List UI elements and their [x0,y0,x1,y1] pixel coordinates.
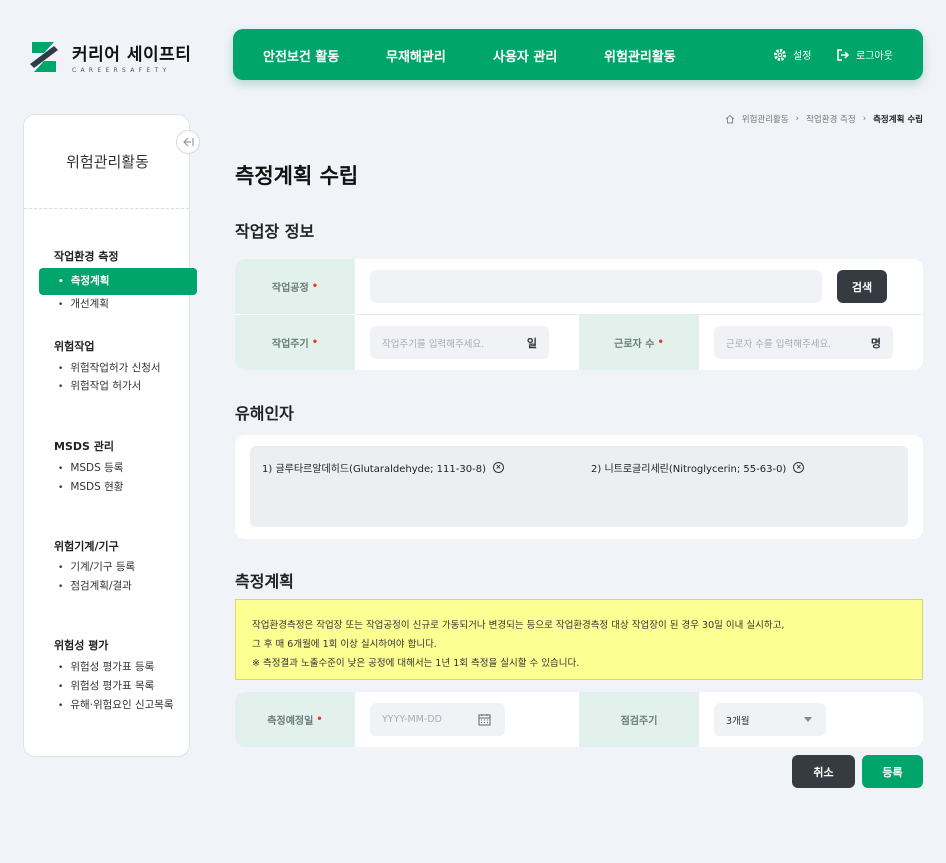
breadcrumb-current: 측정계획 수립 [873,115,923,125]
plan-form: 측정예정일 • YYYY-MM-DD 점검주기 3개월 [235,692,923,747]
hazard-item: 2) 니트로글리세린(Nitroglycerin; 55-63-0) × [591,460,805,475]
sidebar-item-hazard-reports[interactable]: 유해·위험요인 신고목록 [58,697,173,712]
inspection-cycle-label: 점검주기 [579,692,699,747]
notice-line: 작업환경측정은 작업장 또는 작업공정이 신규로 가동되거나 변경되는 등으로 … [252,620,785,631]
sidebar-group-work-environment: 작업환경 측정 [54,250,119,263]
home-icon[interactable] [725,114,735,124]
breadcrumb: 위험관리활동 › 작업환경 측정 › 측정계획 수립 [725,113,923,125]
sidebar-item-msds-status[interactable]: MSDS 현황 [58,479,123,494]
sidebar-item-measurement-plan[interactable]: 측정계획 [39,268,197,295]
sidebar-title: 위험관리활동 [66,153,149,171]
process-label: 작업공정 • [235,259,355,314]
nav-item-safety-health[interactable]: 안전보건 활동 [263,46,339,65]
workers-label: 근로자 수 • [579,315,699,370]
section-title-workplace: 작업장 정보 [235,222,315,241]
workers-unit: 명 [870,336,881,350]
logo-mark-icon [28,40,60,74]
notice-line: 그 후 매 6개월에 1회 이상 실시하여야 합니다. [252,639,437,650]
settings-button[interactable]: 설정 [773,47,811,62]
cancel-button[interactable]: 취소 [792,755,855,788]
workplace-form: 작업공정 • 검색 작업주기 • 작업주기를 입력해주세요. 일 근로자 수 • 근로… [235,259,923,370]
cycle-label: 작업주기 • [235,315,355,370]
hazard-list: 1) 글루타르알데히드(Glutaraldehyde; 111-30-8) × … [250,446,908,527]
brand-subtitle: CAREERSAFETY [72,67,171,74]
notice-line: ※ 측정결과 노출수준이 낮은 공정에 대해서는 1년 1회 측정을 실시할 수… [252,658,580,669]
sidebar-item-msds-register[interactable]: MSDS 등록 [58,460,123,475]
hazards-card: 1) 글루타르알데히드(Glutaraldehyde; 111-30-8) × … [235,435,923,539]
sidebar-group-msds: MSDS 관리 [54,440,114,453]
nav-item-risk-management[interactable]: 위험관리활동 [604,46,676,65]
breadcrumb-item[interactable]: 위험관리활동 [742,113,789,125]
hazard-item: 1) 글루타르알데히드(Glutaraldehyde; 111-30-8) × [262,460,504,475]
submit-button[interactable]: 등록 [862,755,923,788]
breadcrumb-item[interactable]: 작업환경 측정 [806,113,856,125]
logout-icon [837,48,850,61]
logout-label: 로그아웃 [856,51,893,62]
gear-icon [774,48,786,61]
worker-count-input[interactable]: 근로자 수를 입력해주세요. 명 [714,326,893,359]
top-navigation: 안전보건 활동 무재해관리 사용자 관리 위험관리활동 설정 로그아웃 [233,29,923,80]
remove-icon[interactable]: × [492,462,504,473]
sidebar-item-improvement-plan[interactable]: 개선계획 [58,296,109,311]
sidebar-divider [24,208,189,209]
search-button[interactable]: 검색 [837,270,887,303]
sidebar-collapse-button[interactable] [176,130,200,154]
collapse-arrow-icon [183,137,194,147]
sidebar-group-hazardous-work: 위험작업 [54,340,95,353]
nav-item-user-management[interactable]: 사용자 관리 [493,46,557,65]
date-label: 측정예정일 • [235,692,355,747]
page-title: 측정계획 수립 [235,164,359,188]
sidebar-item-inspection[interactable]: 점검계획/결과 [58,578,132,593]
remove-icon[interactable]: × [793,462,805,473]
work-cycle-input[interactable]: 작업주기를 입력해주세요. 일 [370,326,549,359]
sidebar-item-machine-register[interactable]: 기계/기구 등록 [58,559,135,574]
section-title-hazards: 유해인자 [235,404,294,423]
section-title-plan: 측정계획 [235,572,294,591]
sidebar-item-permit-request[interactable]: 위험작업허가 신청서 [58,360,160,375]
sidebar-item-permit[interactable]: 위험작업 허가서 [58,378,141,393]
calendar-icon[interactable] [478,713,491,726]
brand-title: 커리어 세이프티 [72,45,192,65]
chevron-down-icon [804,717,812,722]
process-input[interactable] [370,270,822,303]
chevron-right-icon: › [862,114,867,124]
sidebar-group-machines: 위험기계/기구 [54,540,119,553]
logout-button[interactable]: 로그아웃 [836,47,893,62]
cycle-unit: 일 [526,336,537,350]
brand-logo[interactable]: 커리어 세이프티 CAREERSAFETY [28,40,191,74]
sidebar-group-risk-assessment: 위험성 평가 [54,639,109,652]
settings-label: 설정 [793,51,812,62]
inspection-cycle-select[interactable]: 3개월 [714,703,826,736]
sidebar-item-assessment-register[interactable]: 위험성 평가표 등록 [58,659,154,674]
nav-item-zero-accident[interactable]: 무재해관리 [386,46,446,65]
sidebar-item-assessment-list[interactable]: 위험성 평가표 목록 [58,678,154,693]
date-input[interactable]: YYYY-MM-DD [370,703,505,736]
chevron-right-icon: › [795,114,800,124]
notice-box: 작업환경측정은 작업장 또는 작업공정이 신규로 가동되거나 변경되는 등으로 … [235,599,923,680]
